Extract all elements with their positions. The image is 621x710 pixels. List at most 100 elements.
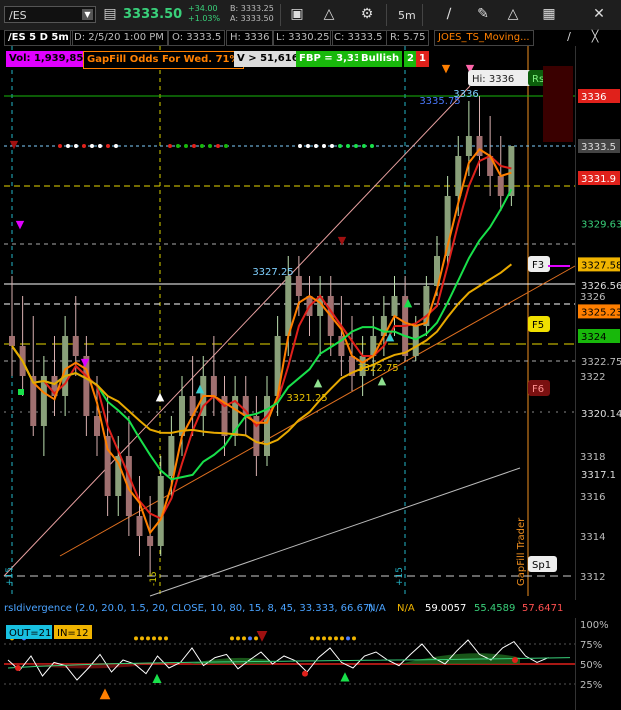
chart-description: /ES 5 D 5m: [4, 30, 73, 46]
signal-dot: [310, 636, 314, 641]
signal-dot: [298, 144, 302, 148]
flask-icon[interactable]: △: [320, 5, 338, 23]
signal-dot: [140, 636, 144, 641]
candle-body: [465, 136, 472, 156]
out-count-label: OUT=21: [6, 625, 52, 639]
level-f6-label-text: F6: [532, 384, 544, 395]
price-axis-tick: 3316: [580, 492, 605, 503]
close-value: C: 3333.5: [330, 30, 387, 46]
signal-dot: [322, 144, 326, 148]
signal-dot: [15, 665, 21, 671]
signal-dot: [248, 636, 252, 641]
price-axis-tick: 3314: [580, 532, 605, 543]
signal-arrow-icon: ▲: [386, 330, 395, 343]
session-marker-label: +15: [5, 567, 15, 586]
signal-dot: [176, 144, 180, 148]
indicator-header: rsIdivergence (2.0, 20.0, 1.5, 20, CLOSE…: [0, 600, 621, 618]
signal-dot: [322, 636, 326, 641]
price-tag: 3331.9: [578, 171, 620, 185]
indicator-axis-tick: 100%: [580, 620, 609, 631]
signal-arrow-icon: ▼: [442, 62, 451, 75]
pencil-icon[interactable]: ✎: [474, 5, 492, 23]
bar-date: D: 2/5/20 1:00 PM: [70, 30, 168, 46]
high-of-day-label: Hi: 3336: [468, 70, 532, 86]
indicator-value-3: 57.6471: [522, 603, 564, 614]
price-axis-tick: 3312: [580, 572, 605, 583]
level-f3-label-text: F3: [532, 260, 544, 271]
open-value: O: 3333.5: [168, 30, 226, 46]
symbol-selector[interactable]: /ES ▼: [4, 6, 96, 23]
indicator-value-2: 55.4589: [474, 603, 516, 614]
count-label-1: 1: [416, 51, 429, 67]
signal-arrow-icon: ▲: [378, 374, 387, 387]
range-value: R: 5.75: [386, 30, 430, 46]
minimize-icon[interactable]: ╳: [586, 28, 604, 46]
price-chart[interactable]: ▼▼▲▲ ▲ ▲▲▲▼▼ ▼▼3327.253335.7533363321.25332…: [0, 46, 621, 600]
level-sp1-label-text: Sp1: [532, 560, 551, 571]
signal-dot: [346, 144, 350, 148]
timeframe-selector[interactable]: 5m: [398, 9, 416, 22]
signal-dot: [340, 636, 344, 641]
signal-arrow-icon: ▲: [152, 671, 162, 685]
symbol-text: /ES: [9, 9, 27, 22]
gear-icon[interactable]: ⚙: [358, 5, 376, 23]
price-axis-tick: 3322: [580, 372, 605, 383]
signal-dot: [106, 144, 110, 148]
low-value: L: 3330.25: [272, 30, 334, 46]
signal-dot: [216, 144, 220, 148]
candle-body: [9, 336, 15, 346]
signal-dot: [302, 670, 308, 677]
drawing-icon[interactable]: ∕: [560, 28, 578, 46]
price-tag: 3327.58: [578, 257, 621, 272]
toolbar-divider: [386, 4, 387, 26]
indicator-value-1: 59.0057: [425, 603, 467, 614]
price-tag: 3320.14: [578, 406, 621, 421]
price-tag: 3324: [578, 329, 620, 343]
signal-arrow-icon: ▼: [16, 218, 25, 231]
grid-icon[interactable]: ▦: [540, 5, 558, 23]
candle-body: [168, 436, 175, 476]
drawing-tools-icon[interactable]: ∕: [440, 5, 458, 23]
bid-value: B: 3333.25: [230, 4, 274, 13]
signal-arrow-icon: ▲: [196, 382, 205, 395]
signal-dot: [192, 144, 196, 148]
ask-value: A: 3333.50: [230, 14, 274, 23]
candle-body: [295, 276, 302, 296]
signal-dot: [58, 144, 62, 148]
high-value: H: 3336: [226, 30, 274, 46]
signal-dot: [90, 144, 94, 148]
rsi-divergence-panel[interactable]: ▲ ▲ ▲ ▼ OUT=21 IN=12 100% 75% 50% 25%: [0, 618, 621, 710]
price-tag-text: 3326.56: [581, 281, 621, 292]
price-tag-text: 3317.1: [581, 470, 616, 481]
signal-dot: [328, 636, 332, 641]
indicator-axis-tick: 25%: [580, 680, 602, 691]
price-tag: 3322.75: [578, 354, 621, 368]
candle-body: [62, 336, 69, 396]
price-change: +34.00 +1.03%: [188, 4, 220, 24]
price-tag-text: 3331.9: [581, 174, 616, 185]
price-annotation-low: 3322.75: [357, 363, 398, 374]
bid-ask: B: 3333.25 A: 3333.50: [230, 4, 274, 24]
price-tag: 3333.5: [578, 139, 620, 153]
signal-dot: [164, 636, 168, 641]
signal-arrow-icon: ▼: [10, 138, 19, 151]
last-price: 3333.50: [123, 7, 183, 22]
price-tag: 3329.63: [578, 216, 621, 231]
candle-body: [391, 296, 398, 316]
studies-flask-icon[interactable]: △: [504, 5, 522, 23]
candle-body: [412, 326, 419, 356]
in-count-text: IN=12: [57, 628, 89, 639]
signal-dot: [230, 636, 234, 641]
signal-arrow-icon: ▼: [338, 234, 347, 247]
study-name: JOES_TS_Moving...: [434, 30, 534, 46]
signal-arrow-icon: ▼: [81, 356, 90, 369]
chevron-down-icon[interactable]: ▼: [82, 9, 93, 20]
price-tag: 3336: [578, 89, 620, 103]
indicator-name: rsIdivergence (2.0, 20.0, 1.5, 20, CLOSE…: [4, 603, 374, 614]
screenshot-icon[interactable]: ▣: [288, 5, 306, 23]
close-icon[interactable]: ✕: [590, 5, 608, 23]
signal-dot: [512, 657, 518, 663]
lock-icon[interactable]: ▤: [101, 5, 119, 23]
price-tag: 3326.56: [578, 277, 621, 292]
toolbar-divider: [280, 4, 281, 26]
